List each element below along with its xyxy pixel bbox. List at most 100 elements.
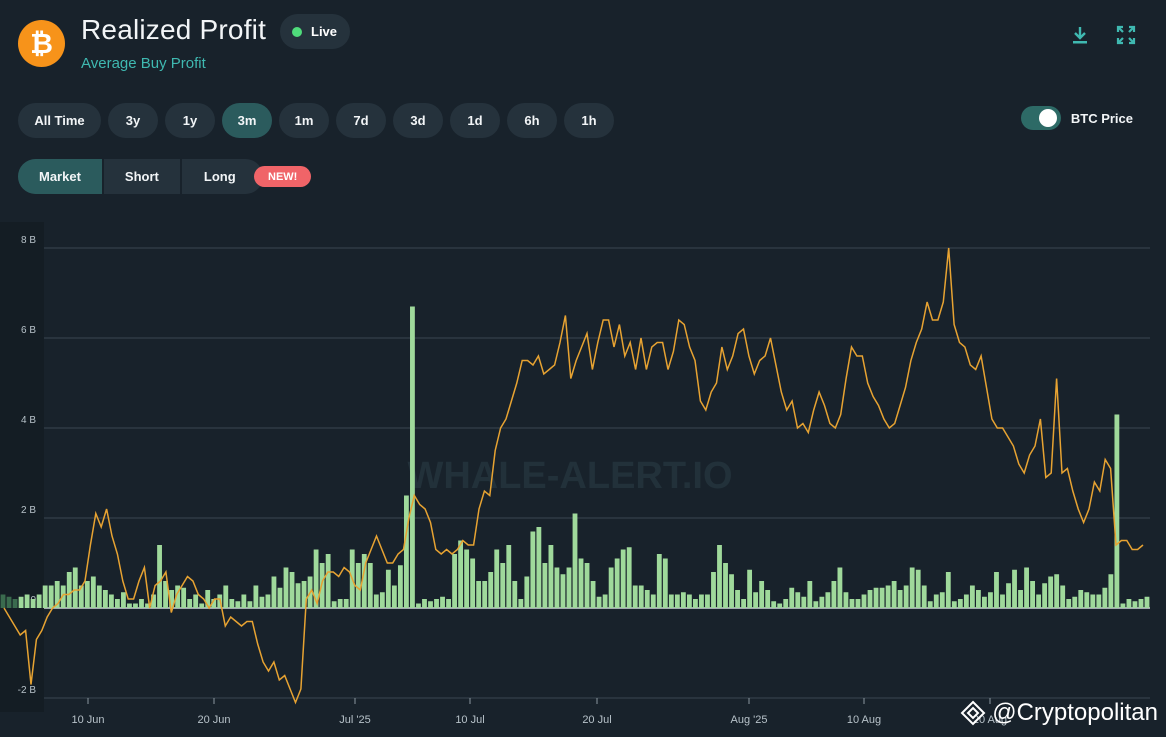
profit-bar xyxy=(1018,590,1023,608)
timeframe-6h-button[interactable]: 6h xyxy=(507,103,557,138)
profit-bar xyxy=(915,569,921,608)
profit-bar xyxy=(680,592,686,608)
profit-bar xyxy=(325,554,331,608)
profit-bar xyxy=(241,594,247,608)
credit-watermark: @Cryptopolitan xyxy=(960,699,1158,727)
profit-bar xyxy=(199,603,205,608)
profit-bar xyxy=(723,563,728,608)
page-title: Realized Profit xyxy=(81,14,267,45)
profit-bar xyxy=(452,554,457,608)
profit-bar xyxy=(295,583,301,608)
profit-bar xyxy=(566,567,572,608)
profit-bar xyxy=(783,599,789,608)
y-tick-label: -2 B xyxy=(18,685,37,696)
profit-bar xyxy=(741,599,746,608)
profit-bar xyxy=(18,596,24,608)
profit-bar xyxy=(536,527,542,608)
profit-bar xyxy=(662,558,668,608)
bitcoin-logo-icon: ₿ xyxy=(18,20,65,67)
profit-bar xyxy=(813,601,819,608)
profit-bar xyxy=(753,592,759,608)
profit-bar xyxy=(807,581,813,608)
profit-bar xyxy=(1000,594,1005,608)
profit-bar xyxy=(849,599,855,608)
download-icon[interactable] xyxy=(1069,24,1091,46)
profit-bar xyxy=(181,587,187,608)
profit-bar xyxy=(1042,583,1048,608)
profit-bar xyxy=(969,585,975,608)
profit-bar xyxy=(428,601,433,608)
timeframe-1m-button[interactable]: 1m xyxy=(279,103,329,138)
y-tick-label: 2 B xyxy=(21,505,36,516)
profit-bar xyxy=(96,585,102,608)
profit-bar xyxy=(530,531,536,608)
header: ₿ Realized Profit Average Buy Profit Liv… xyxy=(18,14,1148,74)
realized-profit-chart[interactable]: -2 B02 B4 B6 B8 B WHALE-ALERT.IO 10 Jun2… xyxy=(0,222,1166,737)
profit-bar xyxy=(410,306,415,608)
live-dot-icon xyxy=(292,26,302,37)
x-tick-label: 20 Jun xyxy=(197,714,230,726)
profit-bar xyxy=(729,574,734,608)
profit-bar xyxy=(777,603,783,608)
profit-bar xyxy=(1102,587,1108,608)
profit-bar xyxy=(885,585,891,608)
profit-bar xyxy=(1024,567,1029,608)
profit-bar xyxy=(391,585,397,608)
profit-bar xyxy=(102,590,108,608)
profit-bar xyxy=(0,594,6,608)
profit-bar xyxy=(705,594,710,608)
profit-bar xyxy=(891,581,897,608)
profit-bar xyxy=(1060,585,1066,608)
profit-bar xyxy=(133,603,138,608)
profit-bar xyxy=(379,592,385,608)
timeframe-1d-button[interactable]: 1d xyxy=(450,103,500,138)
profit-bar xyxy=(897,590,903,608)
x-tick-label: Jul '25 xyxy=(339,714,370,726)
profit-bar xyxy=(121,592,126,608)
timeframe-7d-button[interactable]: 7d xyxy=(336,103,386,138)
profit-bar xyxy=(837,567,843,608)
profit-bar xyxy=(632,585,638,608)
holder-segment-control: Market Short Long xyxy=(18,159,263,194)
segment-market-button[interactable]: Market xyxy=(18,159,104,194)
profit-bar xyxy=(951,601,957,608)
profit-bar xyxy=(572,513,578,608)
timeframe-1y-button[interactable]: 1y xyxy=(165,103,215,138)
timeframe-3m-button[interactable]: 3m xyxy=(222,103,272,138)
profit-bar xyxy=(825,592,831,608)
segment-short-button[interactable]: Short xyxy=(104,159,182,194)
x-axis-ticks: 10 Jun 20 Jun Jul '25 10 Jul 20 Jul Aug '25 10… xyxy=(71,698,1007,726)
profit-bar xyxy=(524,576,530,608)
profit-bar xyxy=(289,572,295,608)
profit-bar xyxy=(271,576,277,608)
profit-bar xyxy=(343,599,349,608)
profit-bar xyxy=(518,599,524,608)
expand-icon[interactable] xyxy=(1115,24,1137,46)
timeframe-3y-button[interactable]: 3y xyxy=(108,103,158,138)
profit-bar xyxy=(554,567,560,608)
profit-bar xyxy=(614,558,620,608)
page-subtitle[interactable]: Average Buy Profit xyxy=(81,55,206,72)
profit-bar xyxy=(1096,594,1102,608)
profit-bar xyxy=(482,581,488,608)
profit-bar xyxy=(1036,594,1042,608)
profit-bar xyxy=(1006,583,1011,608)
profit-bar xyxy=(355,563,361,608)
profit-bar xyxy=(115,599,120,608)
profit-bar xyxy=(470,558,476,608)
btc-price-label: BTC Price xyxy=(1070,110,1133,126)
timeframe-all-time-button[interactable]: All Time xyxy=(18,103,101,138)
profit-bar xyxy=(6,596,12,608)
profit-bar xyxy=(404,495,409,608)
profit-bar xyxy=(590,581,596,608)
profit-bar xyxy=(108,594,114,608)
profit-bar xyxy=(12,599,18,608)
timeframe-3d-button[interactable]: 3d xyxy=(393,103,443,138)
profit-bar xyxy=(277,587,283,608)
timeframe-1h-button[interactable]: 1h xyxy=(564,103,614,138)
profit-bar xyxy=(861,594,867,608)
btc-price-toggle[interactable] xyxy=(1020,106,1061,130)
segment-long-button[interactable]: Long xyxy=(182,159,263,194)
profit-bar xyxy=(1084,592,1090,608)
profit-bar xyxy=(397,565,403,608)
